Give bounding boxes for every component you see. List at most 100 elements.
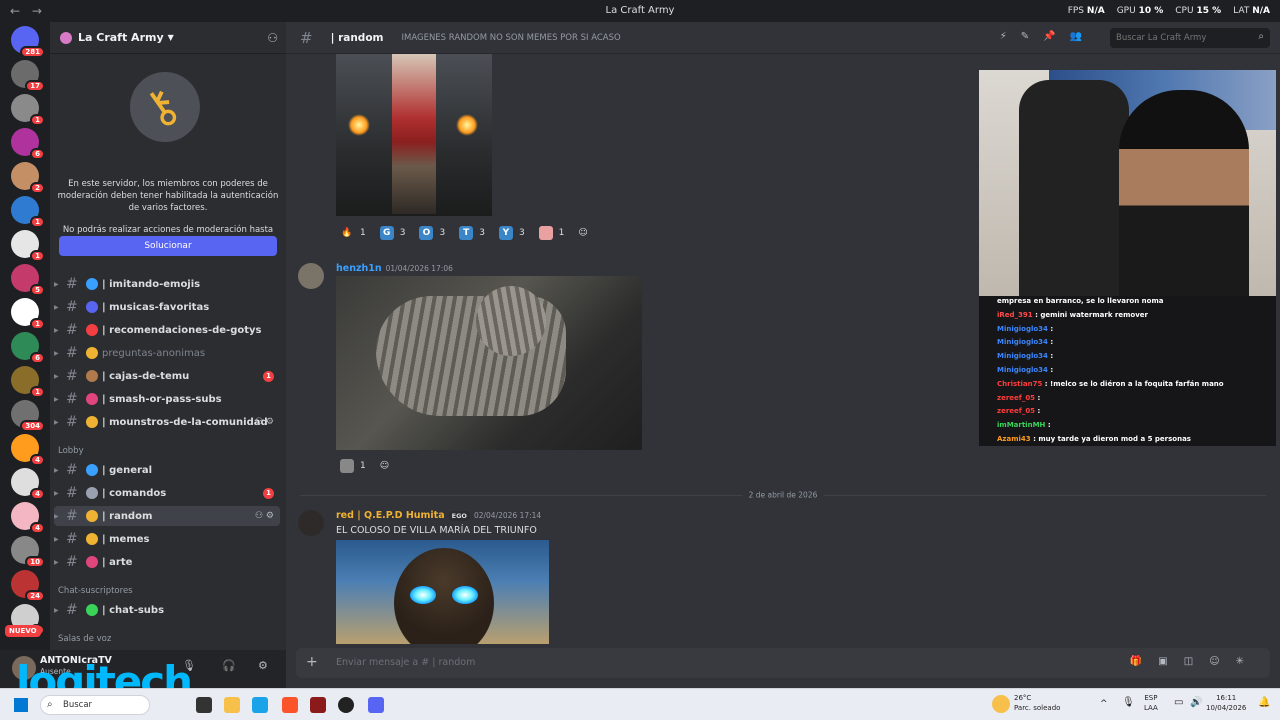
channel-item[interactable]: ▶ # | smash-or-pass-subs	[54, 389, 280, 409]
category-voice[interactable]: Salas de voz	[58, 634, 111, 644]
add-reaction-button[interactable]: ☺	[376, 455, 393, 477]
avatar[interactable]	[298, 263, 324, 289]
hash-icon: #	[66, 345, 78, 361]
reaction-chip[interactable]: 1	[336, 455, 370, 477]
chat-message: : !melco se lo diéron a la foquita farfá…	[1044, 379, 1224, 388]
chat-username: Azami43	[997, 435, 1031, 443]
attachment-image[interactable]	[336, 276, 642, 450]
channel-settings-icons[interactable]: ⚇ ⚙	[255, 417, 274, 427]
server-icon[interactable]: 10	[11, 536, 45, 568]
new-badge: NUEVO	[5, 625, 41, 637]
server-icon[interactable]: 1	[11, 94, 45, 126]
server-icon[interactable]: 4	[11, 502, 45, 534]
header-toolbar-icons[interactable]: ⚡✎📌👥	[1000, 31, 1096, 42]
server-icon[interactable]: 17	[11, 60, 45, 92]
add-reaction-button[interactable]: ☺	[574, 222, 591, 244]
server-icon[interactable]: 281	[11, 26, 45, 58]
channel-name: | arte	[102, 556, 133, 568]
chat-message: :	[1050, 366, 1054, 374]
server-icon[interactable]: 1	[11, 298, 45, 330]
chevron-up-icon[interactable]: ^	[1100, 699, 1108, 709]
server-icon[interactable]: 4	[11, 434, 45, 466]
channel-header: # | random IMAGENES RANDOM NO SON MEMES …	[286, 22, 1280, 54]
notification-icon[interactable]: 🔔	[1258, 698, 1270, 708]
gear-icon[interactable]: ⚙	[258, 659, 268, 672]
invite-people-icon[interactable]: ⚇	[267, 31, 278, 45]
channel-name: | random	[102, 510, 153, 522]
headphones-icon[interactable]: 🎧	[222, 659, 236, 672]
channel-item[interactable]: ▶ # | musicas-favoritas	[54, 297, 280, 317]
reaction-chip[interactable]: T3	[455, 222, 489, 244]
microphone-icon[interactable]: 🎙	[1122, 698, 1135, 708]
fix-button[interactable]: Solucionar	[59, 236, 277, 256]
taskbar-app-icon[interactable]	[310, 697, 326, 713]
guild-header[interactable]: La Craft Army ▼ ⚇	[50, 22, 286, 54]
taskbar-app-icon[interactable]	[252, 697, 268, 713]
server-icon[interactable]: 6	[11, 128, 45, 160]
windows-start-icon[interactable]	[14, 698, 28, 712]
channel-settings-icons[interactable]: ⚇ ⚙	[255, 511, 274, 521]
channel-item[interactable]: ▶ # | mounstros-de-la-comunidad ⚇ ⚙	[54, 412, 280, 432]
message-author[interactable]: red | Q.E.P.D Humita EGO 02/04/2026 17:14	[336, 510, 541, 521]
chat-username: zereef_05	[997, 393, 1036, 402]
channel-item[interactable]: ▶ # | arte	[54, 552, 280, 572]
server-icon[interactable]: 1	[11, 196, 45, 228]
channel-item[interactable]: ▶ # | general	[54, 460, 280, 480]
channel-item[interactable]: ▶ # | chat-subs	[54, 600, 280, 620]
server-icon[interactable]: 4	[11, 468, 45, 500]
reaction-chip[interactable]: Y3	[495, 222, 529, 244]
chat-username: zereef_05	[997, 407, 1036, 416]
chevron-right-icon: ▶	[54, 418, 59, 426]
guild-icon	[60, 31, 72, 44]
reaction-chip[interactable]: G3	[376, 222, 410, 244]
channel-item[interactable]: ▶ # | recomendaciones-de-gotys	[54, 320, 280, 340]
attachment-image[interactable]	[336, 540, 549, 644]
date-divider: 2 de abril de 2026	[300, 490, 1266, 500]
server-icon[interactable]: 2	[11, 162, 45, 194]
chat-username: Christian75	[997, 379, 1043, 388]
reaction-chip[interactable]: 🔥 1	[336, 222, 370, 244]
taskbar-app-icon[interactable]	[196, 697, 212, 713]
channel-item[interactable]: ▶ # | random ⚇ ⚙	[54, 506, 280, 526]
reaction-emoji-icon	[538, 226, 553, 240]
notice-text-1: En este servidor, los miembros con poder…	[57, 179, 279, 213]
search-input[interactable]	[1110, 28, 1270, 48]
message-author[interactable]: henzh1n 01/04/2026 17:06	[336, 263, 453, 274]
language-indicator[interactable]: ESP LAA	[1144, 693, 1158, 713]
channel-item[interactable]: ▶ # preguntas-anonimas	[54, 343, 280, 363]
channel-item[interactable]: ▶ # | memes	[54, 529, 280, 549]
reaction-chip[interactable]: O3	[415, 222, 449, 244]
composer-toolbar-icons[interactable]: 🎁▣◫☺✳	[1130, 656, 1260, 667]
server-icon[interactable]: 24	[11, 570, 45, 602]
server-icon[interactable]: 5	[11, 264, 45, 296]
taskbar-search[interactable]: Buscar	[40, 695, 150, 715]
server-icon[interactable]: 304	[11, 400, 45, 432]
message-composer[interactable]: + Enviar mensaje a # | random 🎁▣◫☺✳	[296, 648, 1270, 678]
category-lobby[interactable]: Lobby	[58, 446, 84, 456]
server-icon[interactable]: 1	[11, 366, 45, 398]
channel-item[interactable]: ▶ # | imitando-emojis	[54, 274, 280, 294]
weather-widget[interactable]: 26°C Parc. soleado	[1014, 693, 1060, 713]
discord-icon[interactable]	[368, 697, 384, 713]
folder-icon[interactable]	[224, 697, 240, 713]
channel-name: | cajas-de-temu	[102, 370, 190, 382]
brave-icon[interactable]	[282, 697, 298, 713]
channel-topic: IMAGENES RANDOM NO SON MEMES POR SI ACAS…	[401, 32, 621, 43]
avatar[interactable]	[298, 510, 324, 536]
server-mention-badge: 5	[30, 284, 45, 296]
clock[interactable]: 16:11 10/04/2026	[1206, 693, 1246, 713]
chat-message: :	[1050, 338, 1054, 347]
attachment-image[interactable]	[336, 54, 492, 216]
plus-icon[interactable]: +	[306, 654, 318, 670]
server-mention-badge: 17	[25, 80, 45, 92]
category-subscribers[interactable]: Chat-suscriptores	[58, 586, 133, 596]
channel-item[interactable]: ▶ # | cajas-de-temu 1	[54, 366, 280, 386]
server-icon[interactable]: 6	[11, 332, 45, 364]
server-icon[interactable]: 1	[11, 230, 45, 262]
network-icon[interactable]: ▭	[1174, 698, 1183, 708]
chat-message: empresa en barranco, se lo llevaron noma	[997, 297, 1164, 305]
obs-icon[interactable]	[338, 697, 354, 713]
reaction-chip[interactable]: 1	[535, 222, 569, 244]
channel-item[interactable]: ▶ # | comandos 1	[54, 483, 280, 503]
volume-icon[interactable]: 🔊	[1190, 698, 1202, 708]
